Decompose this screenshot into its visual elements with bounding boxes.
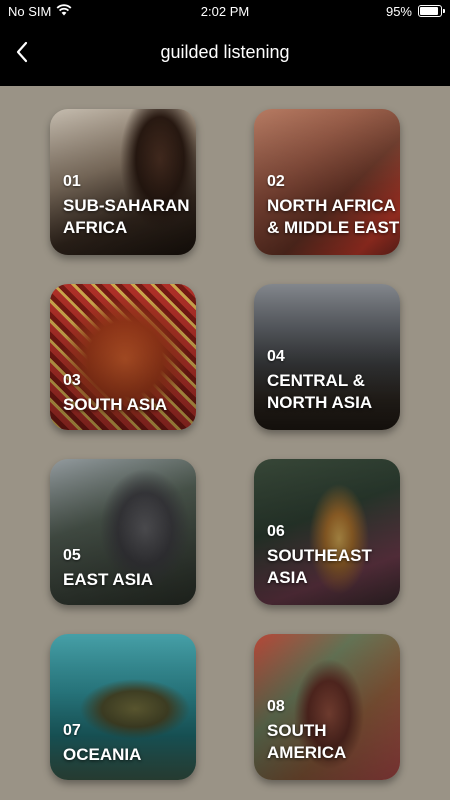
region-card-sub-saharan-africa[interactable]: 01 SUB-SAHARAN AFRICA — [50, 109, 196, 255]
region-card-southeast-asia[interactable]: 06 SOUTHEAST ASIA — [254, 459, 400, 605]
region-name: SUB-SAHARAN AFRICA — [63, 196, 190, 237]
region-number: 02 — [267, 173, 285, 190]
region-number: 07 — [63, 722, 81, 739]
region-name: CENTRAL & NORTH ASIA — [267, 371, 373, 412]
region-grid: 01 SUB-SAHARAN AFRICA 02 NORTH AFRICA & … — [0, 86, 450, 800]
region-number: 01 — [63, 173, 81, 190]
region-number: 08 — [267, 698, 285, 715]
region-name: SOUTH AMERICA — [267, 721, 347, 762]
region-name: EAST ASIA — [63, 570, 154, 589]
region-card-north-africa-middle-east[interactable]: 02 NORTH AFRICA & MIDDLE EAST — [254, 109, 400, 255]
region-card-oceania[interactable]: 07 OCEANIA — [50, 634, 196, 780]
battery-percent: 95% — [385, 4, 412, 19]
region-card-south-america[interactable]: 08 SOUTH AMERICA — [254, 634, 400, 780]
clock: 2:02 PM — [200, 4, 250, 19]
region-name: OCEANIA — [63, 745, 142, 764]
region-name: SOUTHEAST ASIA — [267, 546, 372, 587]
region-card-east-asia[interactable]: 05 EAST ASIA — [50, 459, 196, 605]
region-number: 04 — [267, 348, 285, 365]
region-number: 06 — [267, 523, 285, 540]
battery-icon — [418, 5, 445, 17]
region-number: 05 — [63, 547, 81, 564]
status-bar: No SIM 2:02 PM 95% — [0, 0, 450, 22]
battery-fill — [420, 7, 439, 15]
region-name: SOUTH ASIA — [63, 395, 168, 414]
region-card-central-north-asia[interactable]: 04 CENTRAL & NORTH ASIA — [254, 284, 400, 430]
page-title: guilded listening — [160, 42, 290, 62]
nav-bar: guilded listening — [0, 22, 450, 86]
region-name: NORTH AFRICA & MIDDLE EAST — [267, 196, 400, 237]
region-card-south-asia[interactable]: 03 SOUTH ASIA — [50, 284, 196, 430]
region-number: 03 — [63, 372, 81, 389]
